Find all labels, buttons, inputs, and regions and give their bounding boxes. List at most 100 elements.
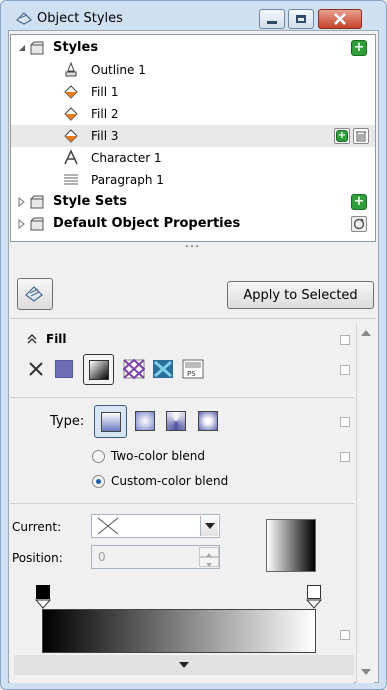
position-spinbox[interactable]: 0 [91,545,220,569]
elliptical-fountain-icon[interactable] [135,411,155,431]
position-label: Position: [12,551,63,565]
folder-style-sets-icon [30,195,44,209]
styles-tree: Styles + Outline 1 Fill 1 Fill 2 Fill 3 … [10,34,376,242]
apply-to-selected-label: Apply to Selected [243,287,358,303]
expand-down-icon [179,662,189,668]
character-icon [64,149,78,165]
fountain-type-override-checkbox[interactable] [340,417,350,427]
folder-default-properties-icon [30,217,44,231]
tree-row-paragraph-1[interactable]: Paragraph 1 [11,169,375,191]
reset-icon [353,218,365,230]
tree-label-styles: Styles [53,40,99,55]
tree-row-fill-1[interactable]: Fill 1 [11,81,375,103]
spin-up-button[interactable] [199,547,219,557]
tree-row-styles[interactable]: Styles + [11,37,375,59]
fill-properties-panel: Fill PS Type: Two-color blend Custom-col… [10,323,354,683]
delete-style-button[interactable] [353,128,369,144]
tree-row-character-1[interactable]: Character 1 [11,147,375,169]
tree-label-character-1: Character 1 [91,151,162,165]
no-fill-icon[interactable] [28,361,44,377]
scroll-down-icon[interactable] [361,669,371,675]
maximize-icon [296,15,306,23]
no-color-swatch-icon [97,517,119,535]
stop-marker-icon [306,599,322,609]
tree-row-style-sets[interactable]: Style Sets + [11,191,375,213]
scroll-up-icon[interactable] [361,330,371,336]
chevron-down-icon [204,523,215,529]
maximize-button[interactable] [288,9,314,29]
color-dropdown-button[interactable] [200,516,218,536]
collapsed-arrow-icon[interactable] [18,197,26,207]
window-title: Object Styles [37,11,123,26]
collapse-section-icon[interactable] [26,333,38,345]
two-color-blend-label: Two-color blend [111,449,205,463]
reset-defaults-button[interactable] [351,216,367,232]
minimize-button[interactable] [259,9,285,29]
tree-label-fill-1: Fill 1 [91,85,119,99]
expand-options-strip[interactable] [14,655,354,675]
outline-pen-icon [65,61,77,77]
add-style-set-button[interactable]: + [351,194,367,210]
color-stop-end[interactable] [307,585,321,599]
color-stop-start[interactable] [36,585,50,599]
panel-scrollbar[interactable] [356,323,374,683]
expanded-arrow-icon[interactable] [18,44,26,52]
rectangular-fountain-icon[interactable] [198,411,218,431]
tree-label-fill-2: Fill 2 [91,107,119,121]
tree-label-paragraph-1: Paragraph 1 [91,173,164,187]
add-icon: + [353,194,365,209]
close-icon [334,13,346,25]
current-label: Current: [12,520,62,534]
fill-bucket-icon [64,107,78,121]
section-override-checkbox[interactable] [340,335,350,345]
svg-text:PS: PS [187,370,196,378]
tree-row-fill-2[interactable]: Fill 2 [11,103,375,125]
tree-row-default-object-properties[interactable]: Default Object Properties [11,213,375,235]
gradient-override-checkbox[interactable] [340,630,350,640]
postscript-fill-icon[interactable]: PS [182,359,204,379]
object-styles-icon [16,12,32,25]
add-icon: + [336,130,348,142]
close-button[interactable] [318,9,362,29]
fountain-fill-icon [88,359,109,380]
stop-marker-icon [35,599,51,609]
style-options-button[interactable] [17,278,53,310]
current-color-picker[interactable] [91,514,220,538]
custom-color-blend-radio[interactable] [92,475,105,488]
paragraph-icon [64,174,78,185]
linear-fountain-icon [100,411,121,432]
custom-color-blend-label: Custom-color blend [111,474,229,488]
trash-icon [356,131,366,142]
fill-bucket-icon [64,85,78,99]
splitter-grip[interactable] [186,245,200,248]
fountain-fill-button[interactable] [83,354,114,385]
add-icon: + [353,40,365,55]
position-value: 0 [98,550,106,564]
two-color-blend-radio[interactable] [92,450,105,463]
fill-type-override-checkbox[interactable] [340,365,350,375]
tree-row-fill-3[interactable]: Fill 3 + [11,125,375,147]
spin-down-button[interactable] [199,557,219,567]
tree-label-default-object-properties: Default Object Properties [53,216,241,231]
gradient-color-bar[interactable] [42,609,316,653]
fill-section-title: Fill [46,332,67,346]
blend-override-checkbox[interactable] [340,452,350,462]
folder-styles-icon [30,41,44,55]
vector-pattern-fill-icon[interactable] [123,359,145,379]
apply-to-selected-button[interactable]: Apply to Selected [227,281,374,309]
fill-preview [266,519,316,572]
bitmap-pattern-fill-icon[interactable] [152,359,174,379]
add-child-style-button[interactable]: + [334,128,350,144]
tree-row-outline-1[interactable]: Outline 1 [11,59,375,81]
spin-down-icon [206,563,212,567]
linear-fountain-button[interactable] [94,405,127,438]
tree-label-outline-1: Outline 1 [91,63,146,77]
uniform-fill-icon[interactable] [55,360,73,378]
conical-fountain-icon[interactable] [166,411,186,431]
collapsed-arrow-icon[interactable] [18,219,26,229]
fill-bucket-icon [64,129,78,143]
minimize-icon [267,20,277,24]
tree-label-fill-3: Fill 3 [91,129,119,143]
type-label: Type: [50,414,85,429]
add-style-button[interactable]: + [351,40,367,56]
